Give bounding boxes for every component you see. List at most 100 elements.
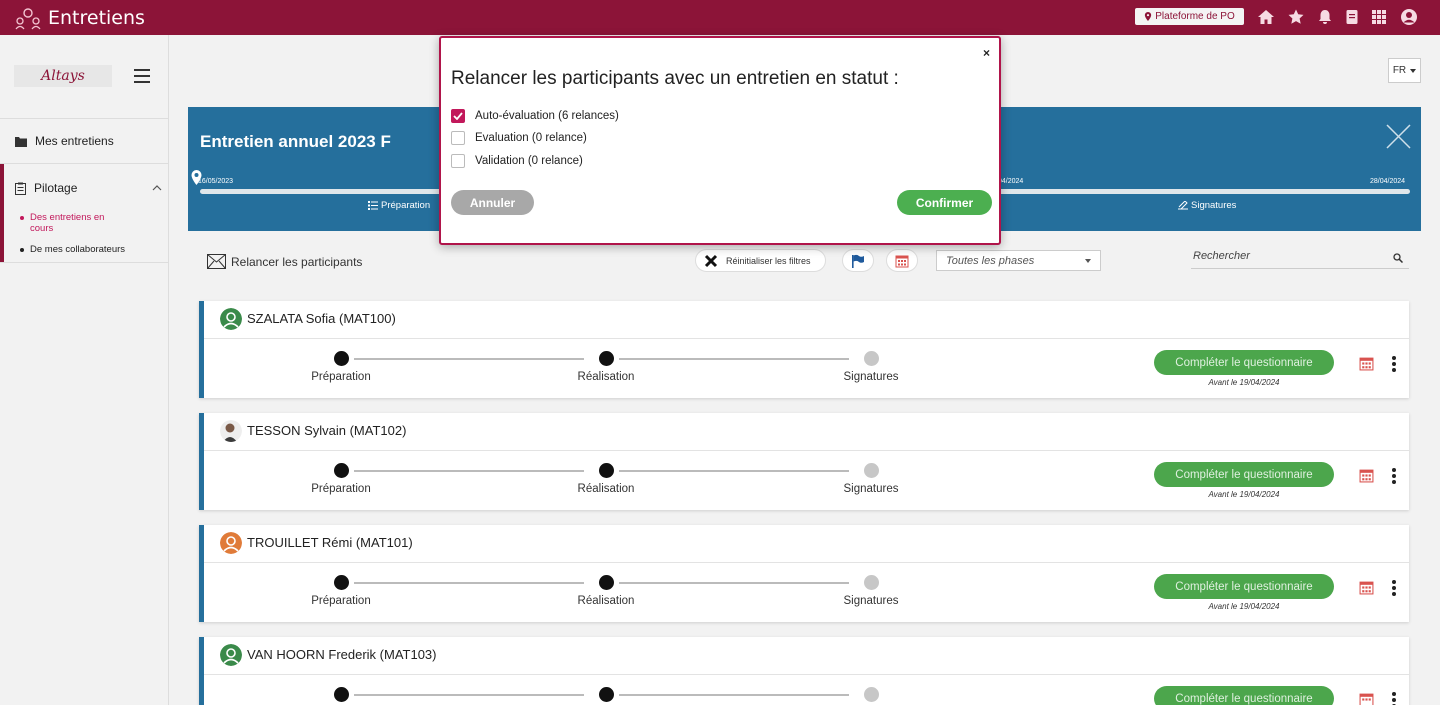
relancer-label: Relancer les participants [231,254,363,269]
apps-grid-icon[interactable] [1370,8,1388,26]
flag-icon [852,254,864,268]
cancel-button[interactable]: Annuler [451,190,534,215]
document-icon[interactable] [1343,8,1361,26]
list-icon [368,201,378,210]
more-options-icon[interactable] [1392,356,1396,374]
timeline-end-date: 28/04/2024 [1370,178,1406,185]
step-dot-signatures [864,351,879,366]
interview-card: SZALATA Sofia (MAT100) Préparation Réali… [199,301,1409,398]
deadline-text: Avant le 19/04/2024 [1208,490,1280,499]
language-value: FR [1392,65,1407,76]
calendar-icon[interactable] [1359,468,1374,483]
calendar-filter-button[interactable] [886,249,918,272]
caret-down-icon [1085,259,1091,263]
step-label: Réalisation [577,371,635,383]
option-evaluation[interactable]: Evaluation (0 relance) [451,131,587,145]
sidebar-item-label: Pilotage [34,181,78,195]
timeline-mid-date: 04/2024 [998,178,1024,185]
calendar-icon[interactable] [1359,356,1374,371]
search-input[interactable]: Rechercher [1191,250,1409,269]
home-icon[interactable] [1257,8,1275,26]
complete-questionnaire-button[interactable]: Compléter le questionnaire [1154,350,1334,375]
interview-app-icon[interactable] [13,3,43,33]
option-auto-evaluation[interactable]: Auto-évaluation (6 relances) [451,109,619,123]
more-options-icon[interactable] [1392,692,1396,705]
card-header: TESSON Sylvain (MAT102) [204,413,1409,451]
avatar-icon [220,532,242,554]
search-placeholder: Rechercher [1193,250,1250,262]
option-validation[interactable]: Validation (0 relance) [451,154,583,168]
checkmark-icon [453,112,463,120]
user-account-icon[interactable] [1400,8,1418,26]
flag-filter-button[interactable] [842,249,874,272]
participant-name: TROUILLET Rémi (MAT101) [247,535,413,550]
company-logo: Altays [14,65,112,87]
bell-icon[interactable] [1316,8,1334,26]
close-x-icon [704,254,718,267]
checkbox-auto-evaluation[interactable] [451,109,465,123]
phase-select-value: Toutes les phases [946,254,1035,267]
complete-questionnaire-button[interactable]: Compléter le questionnaire [1154,462,1334,487]
signature-icon [1178,201,1188,210]
card-header: SZALATA Sofia (MAT100) [204,301,1409,339]
option-label: Evaluation (0 relance) [475,132,587,144]
sidebar-subitem-label: Des entretiens en cours [30,212,105,234]
sidebar: Altays Mes entretiens Pilotage Des entre… [0,35,169,705]
more-options-icon[interactable] [1392,468,1396,486]
interview-card: TROUILLET Rémi (MAT101) Préparation Réal… [199,525,1409,622]
sidebar-subitem-label: De mes collaborateurs [30,244,126,255]
step-dot-signatures [864,687,879,702]
interview-card: TESSON Sylvain (MAT102) Préparation Réal… [199,413,1409,510]
search-icon[interactable] [1393,253,1403,263]
top-bar: Entretiens Plateforme de PO [0,0,1440,35]
relancer-participants-button[interactable]: Relancer les participants [207,254,362,269]
sidebar-subitem-collaborateurs[interactable]: De mes collaborateurs [20,244,125,255]
step-label: Signatures [843,371,899,383]
envelope-icon [207,254,226,269]
modal-close-button[interactable]: × [983,46,990,60]
menu-toggle-icon[interactable] [134,69,150,83]
language-selector[interactable]: FR [1388,58,1421,83]
interview-card: VAN HOORN Frederik (MAT103) Compléter le… [199,637,1409,705]
step-dot-realisation [599,463,614,478]
step-dot-preparation [334,575,349,590]
step-label: Réalisation [577,483,635,495]
sidebar-item-pilotage[interactable]: Pilotage [15,181,77,195]
clipboard-icon [15,182,26,195]
phase-preparation: Préparation [368,200,430,211]
phase-select[interactable]: Toutes les phases [936,250,1101,271]
complete-questionnaire-button[interactable]: Compléter le questionnaire [1154,686,1334,705]
step-dot-preparation [334,687,349,702]
app-title: Entretiens [48,6,145,29]
timeline-start-date: 16/05/2023 [198,178,234,185]
close-campaign-icon[interactable] [1386,124,1411,149]
sidebar-subitem-en-cours[interactable]: Des entretiens en cours [20,212,120,234]
step-dot-signatures [864,575,879,590]
star-icon[interactable] [1287,8,1305,26]
calendar-icon[interactable] [1359,580,1374,595]
platform-selector[interactable]: Plateforme de PO [1135,8,1244,25]
step-dot-realisation [599,575,614,590]
participant-name: SZALATA Sofia (MAT100) [247,311,396,326]
step-dot-preparation [334,351,349,366]
calendar-icon[interactable] [1359,692,1374,705]
confirm-button[interactable]: Confirmer [897,190,992,215]
relance-modal: × Relancer les participants avec un entr… [439,36,1001,245]
step-dot-preparation [334,463,349,478]
sidebar-item-mes-entretiens[interactable]: Mes entretiens [15,134,114,148]
calendar-icon [895,255,909,267]
reset-filters-button[interactable]: Réinitialiser les filtres [695,249,826,272]
checkbox-evaluation[interactable] [451,131,465,145]
avatar-photo [220,420,242,442]
step-label: Préparation [311,595,371,607]
sidebar-item-label: Mes entretiens [35,134,114,148]
step-label: Signatures [843,483,899,495]
step-label: Réalisation [577,595,635,607]
card-header: VAN HOORN Frederik (MAT103) [204,637,1409,675]
deadline-text: Avant le 19/04/2024 [1208,602,1280,611]
complete-questionnaire-button[interactable]: Compléter le questionnaire [1154,574,1334,599]
chevron-up-icon[interactable] [152,185,162,191]
more-options-icon[interactable] [1392,580,1396,598]
avatar-icon [220,308,242,330]
checkbox-validation[interactable] [451,154,465,168]
